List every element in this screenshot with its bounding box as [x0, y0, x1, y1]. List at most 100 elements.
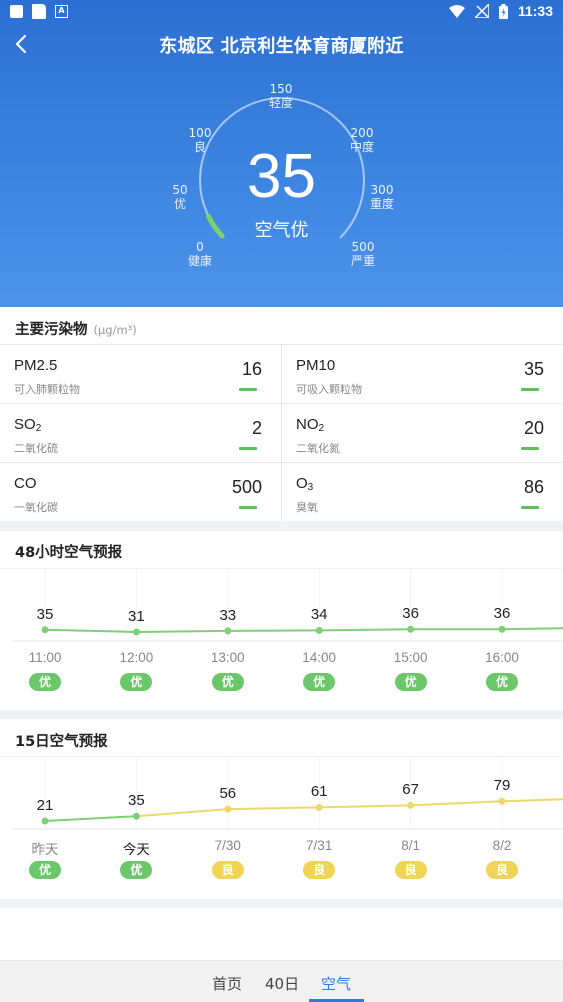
pollutants-title: 主要污染物 (μg/m³) [15, 322, 137, 338]
gauge-tick-value: 100 [188, 126, 212, 140]
x-axis-label: 12:00 [119, 650, 154, 665]
series-line-segment [136, 629, 228, 633]
pollutants-unit: (μg/m³) [93, 323, 137, 337]
data-point [224, 627, 232, 635]
pollutant-cell[interactable]: O3 臭氧 86 [282, 462, 563, 520]
pollutant-cell[interactable]: NO2 二氧化氮 20 [282, 403, 563, 461]
pollutant-name: CO [14, 475, 37, 492]
a-letter-icon: A [55, 5, 68, 18]
data-value-label: 35 [128, 792, 145, 810]
pollutant-level-bar [239, 506, 257, 509]
data-point [132, 812, 140, 820]
wifi-icon [448, 4, 465, 18]
pollutant-level-bar [239, 388, 257, 391]
aqi-level-badge: 优 [120, 673, 153, 691]
data-point [407, 625, 415, 633]
gauge-tick-label: 0 健康 [176, 240, 224, 268]
pollutant-value: 2 [251, 418, 262, 438]
pollutant-level-bar [521, 506, 539, 509]
data-value-label: 36 [402, 605, 419, 623]
forecast-15d-chart[interactable]: 21 昨天优 35 今天优 56 7/30 良 61 7/31 良 67 8/1 良 79 8/2 良 [0, 757, 563, 899]
data-value-label: 79 [493, 777, 511, 795]
pollutant-description: 可入肺颗粒物 [14, 383, 80, 396]
pollutant-name: SO2 [14, 416, 42, 434]
tab-air[interactable]: 空气 [321, 973, 351, 994]
pollutant-value: 86 [523, 477, 544, 497]
data-point [224, 805, 232, 813]
data-value-label: 35 [36, 605, 54, 623]
aqi-level-badge: 优 [211, 673, 244, 691]
aqi-level-badge: 优 [394, 673, 427, 691]
pollutant-value: 500 [231, 477, 262, 497]
aqi-level-badge: 良 [486, 861, 518, 879]
pollutant-cell[interactable]: PM2.5 可入肺颗粒物 16 [0, 344, 281, 402]
gauge-tick-level: 健康 [187, 254, 212, 268]
pollutant-subscript: 2 [35, 423, 42, 434]
pollutant-level-bar [521, 447, 539, 450]
aqi-level-badge: 良 [394, 861, 427, 879]
series-line-segment [319, 804, 411, 809]
series-line-segment [501, 627, 563, 631]
tab-home[interactable]: 首页 [212, 973, 242, 994]
gauge-tick-label: 150 轻度 [257, 82, 305, 110]
data-value-label: 31 [128, 608, 145, 625]
data-value-label: 67 [402, 781, 419, 799]
data-point [315, 803, 323, 811]
data-point [407, 801, 415, 809]
x-axis-label: 14:00 [302, 650, 337, 665]
series-line-segment [44, 815, 137, 822]
x-axis-label: 15:00 [393, 650, 428, 665]
pollutant-name: PM10 [296, 357, 336, 374]
series-line-segment [136, 808, 228, 818]
x-axis-label: 7/30 [214, 838, 241, 853]
data-value-label: 21 [36, 797, 54, 814]
x-axis-label: 8/1 [401, 838, 420, 853]
pollutant-name: PM2.5 [14, 357, 58, 374]
gauge-tick-value: 0 [196, 240, 204, 254]
pollutant-cell[interactable]: CO 一氧化碳 500 [0, 462, 281, 520]
location-title: 东城区 北京利生体育商厦附近 [159, 36, 404, 57]
data-point [498, 797, 506, 805]
aqi-level-badge: 优 [29, 861, 61, 879]
gauge-tick-value: 200 [350, 126, 374, 140]
series-line-segment [227, 806, 320, 811]
x-axis-label: 16:00 [485, 650, 519, 665]
aqi-level-badge: 优 [303, 673, 336, 691]
aqi-level-badge: 良 [211, 861, 244, 879]
pollutant-level-bar [521, 388, 539, 391]
pollutant-cell[interactable]: SO2 二氧化硫 2 [0, 403, 281, 461]
gauge-tick-label: 500 严重 [339, 240, 387, 268]
data-value-label: 61 [310, 783, 328, 801]
aqi-level-badge: 良 [303, 861, 336, 879]
pollutant-description: 一氧化碳 [14, 501, 58, 514]
gauge-tick-value: 500 [351, 240, 375, 254]
gauge-tick-level: 严重 [350, 254, 375, 268]
line-chart-svg [12, 569, 563, 642]
x-axis-label: 昨天 [31, 842, 59, 857]
data-point [41, 626, 49, 634]
series-line-segment [44, 628, 137, 633]
pollutant-description: 二氧化硫 [14, 442, 58, 455]
aqi-value: 35 [247, 142, 316, 211]
aqi-level-badge: 优 [29, 673, 61, 691]
forecast-48h-title: 48小时空气预报 [15, 545, 123, 561]
pollutant-value: 20 [523, 418, 544, 438]
aqi-level-badge: 优 [486, 673, 518, 691]
data-value-label: 56 [219, 785, 237, 803]
forecast-15d-card: 15日空气预报 21 昨天优 35 今天优 56 7/30 良 61 7/31 良 67 8/1 良 79… [0, 719, 563, 899]
forecast-48h-chart[interactable]: 35 11:00 优 31 12:00 优 33 13:00 优 34 14:00 优 36 15:00 优… [0, 569, 563, 710]
notification-icon [10, 5, 23, 18]
data-point [498, 625, 506, 633]
data-point [315, 626, 323, 634]
pollutant-value: 16 [241, 359, 262, 379]
aqi-level-badge: 优 [120, 861, 153, 879]
x-axis-label: 7/31 [306, 838, 333, 853]
pollutant-subscript: 2 [318, 423, 325, 434]
pollutant-value: 35 [523, 359, 544, 379]
tab-40-day[interactable]: 40日 [265, 973, 299, 994]
pollutant-description: 臭氧 [296, 501, 318, 514]
pollutant-name: NO2 [296, 416, 325, 434]
pollutant-cell[interactable]: PM10 可吸入颗粒物 35 [282, 344, 563, 402]
series-line-segment [227, 629, 320, 632]
x-axis-label: 11:00 [28, 650, 62, 665]
